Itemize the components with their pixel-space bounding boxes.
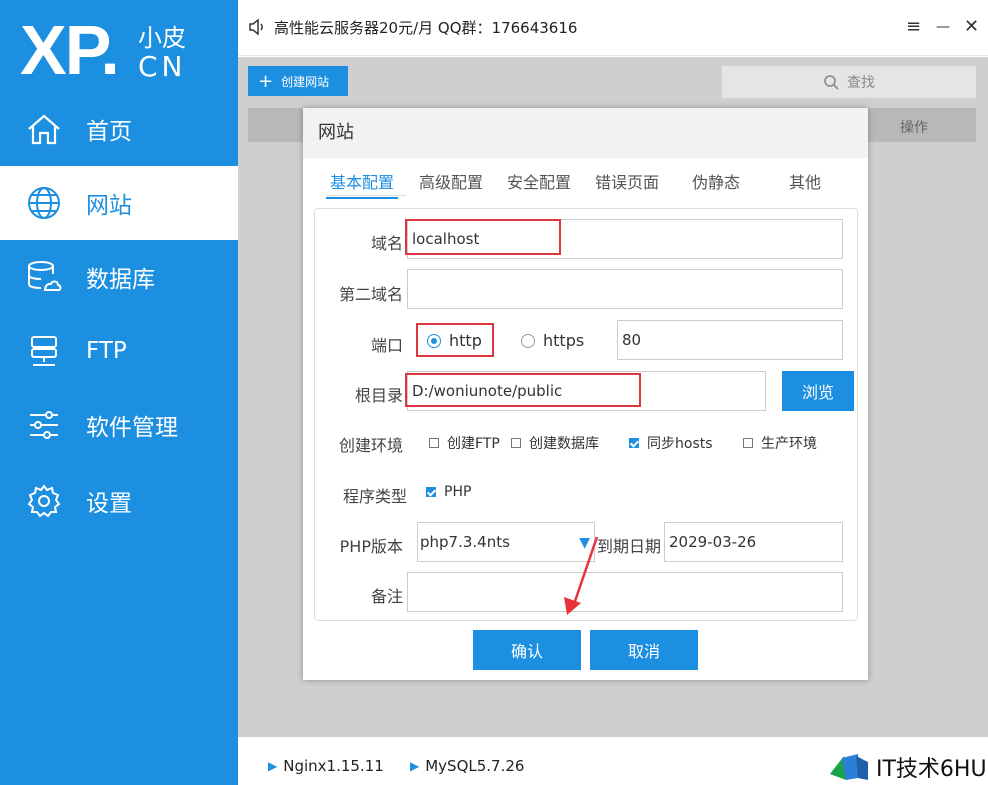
service-label: Nginx1.15.11 [283,757,384,775]
server-icon [24,331,64,371]
checkbox-label: 生产环境 [761,436,817,452]
checkbox-box [743,438,753,448]
website-dialog: 网站 基本配置 高级配置 安全配置 错误页面 伪静态 其他 域名 localho… [303,108,868,680]
checkbox-production[interactable]: 生产环境 [743,433,817,453]
announcement-text[interactable]: 高性能云服务器20元/月 QQ群：176643616 [274,17,577,38]
status-footer: ▶ Nginx1.15.11 ▶ MySQL5.7.26 IT技术6HU [238,737,988,785]
tab-security[interactable]: 安全配置 [507,169,571,193]
browse-button[interactable]: 浏览 [782,371,854,411]
watermark-text: IT技术6HU [876,757,987,782]
second-domain-label: 第二域名 [338,285,403,304]
note-label: 备注 [370,587,403,606]
service-nginx[interactable]: ▶ Nginx1.15.11 [268,757,384,775]
php-version-value: php7.3.4nts [420,533,510,551]
program-type-label: 程序类型 [342,487,407,506]
radio-label: https [543,331,585,350]
radio-indicator [521,333,535,348]
logo-small: 小皮 [138,24,186,52]
sidebar-item-settings[interactable]: 设置 [0,464,238,538]
logo-cn: CN [138,50,187,83]
speaker-icon [248,18,266,40]
root-dir-label: 根目录 [354,386,403,405]
sidebar-item-label: 首页 [86,119,132,145]
checkbox-php[interactable]: PHP [426,484,471,500]
radio-https[interactable]: https [521,331,584,350]
expire-date-label: 到期日期 [596,537,661,556]
close-button[interactable]: ✕ [964,16,979,37]
plus-icon: + [258,70,274,92]
cancel-button[interactable]: 取消 [590,630,698,670]
tab-rewrite[interactable]: 伪静态 [692,169,740,193]
watermark-logo-icon [828,752,870,782]
app-logo: XP. 小皮 CN [20,10,220,89]
checkbox-box [629,438,639,448]
sidebar-item-ftp[interactable]: FTP [0,314,238,388]
sidebar-item-label: 软件管理 [86,415,178,441]
play-icon: ▶ [410,759,420,773]
port-input[interactable]: 80 [617,320,843,360]
sidebar-item-label: 数据库 [86,267,155,293]
sidebar-item-label: 网站 [86,193,132,219]
search-label: 查找 [847,75,875,91]
top-bar: 高性能云服务器20元/月 QQ群：176643616 ≡ — ✕ [238,0,988,56]
tab-advanced[interactable]: 高级配置 [419,169,483,193]
tab-other[interactable]: 其他 [789,169,821,193]
checkbox-box [426,487,436,497]
sliders-icon [24,405,64,445]
sidebar-item-label: FTP [86,338,127,364]
domain-label: 域名 [370,234,403,253]
highlight-box [416,323,494,357]
checkbox-sync-hosts[interactable]: 同步hosts [629,433,713,453]
highlight-box [405,373,641,407]
port-label: 端口 [370,336,403,355]
checkbox-label: PHP [444,484,472,500]
search-icon [823,74,839,90]
search-button[interactable]: 查找 [722,66,976,98]
checkbox-create-db[interactable]: 创建数据库 [511,433,599,453]
checkbox-create-ftp[interactable]: 创建FTP [429,433,500,453]
database-icon [24,257,64,297]
sidebar-item-software[interactable]: 软件管理 [0,388,238,462]
checkbox-label: 创建FTP [447,436,500,452]
create-website-button[interactable]: + 创建网站 [248,66,348,96]
note-input[interactable] [407,572,843,612]
checkbox-box [511,438,521,448]
service-label: MySQL5.7.26 [425,757,525,775]
dialog-title: 网站 [303,108,868,158]
highlight-box [405,219,561,255]
checkbox-box [429,438,439,448]
create-website-label: 创建网站 [281,74,330,89]
expire-date-input[interactable]: 2029-03-26 [664,522,843,562]
play-icon: ▶ [268,759,278,773]
gear-icon [24,481,64,521]
column-header-operation: 操作 [900,120,928,136]
sidebar-item-home[interactable]: 首页 [0,92,238,166]
sidebar-item-label: 设置 [86,491,132,517]
sidebar-item-website[interactable]: 网站 [0,166,238,240]
second-domain-input[interactable] [407,269,843,309]
checkbox-label: 创建数据库 [529,436,599,452]
watermark: IT技术6HU [828,751,987,783]
service-mysql[interactable]: ▶ MySQL5.7.26 [410,757,524,775]
checkbox-label: 同步hosts [647,436,713,452]
globe-icon [24,183,64,223]
confirm-button[interactable]: 确认 [473,630,581,670]
php-version-label: PHP版本 [339,537,403,556]
dialog-tabs: 基本配置 高级配置 安全配置 错误页面 伪静态 其他 [303,158,868,199]
home-icon [24,109,64,149]
logo-xp: XP. [20,11,120,89]
menu-icon[interactable]: ≡ [906,16,921,37]
sidebar-item-database[interactable]: 数据库 [0,240,238,314]
annotation-arrow-icon [564,536,599,615]
minimize-button[interactable]: — [936,19,950,35]
sidebar: XP. 小皮 CN 首页 网站 数据库 FTP 软件管理 设置 [0,0,238,785]
tab-underline [326,195,406,196]
tab-error-page[interactable]: 错误页面 [595,169,659,193]
env-label: 创建环境 [338,436,403,455]
